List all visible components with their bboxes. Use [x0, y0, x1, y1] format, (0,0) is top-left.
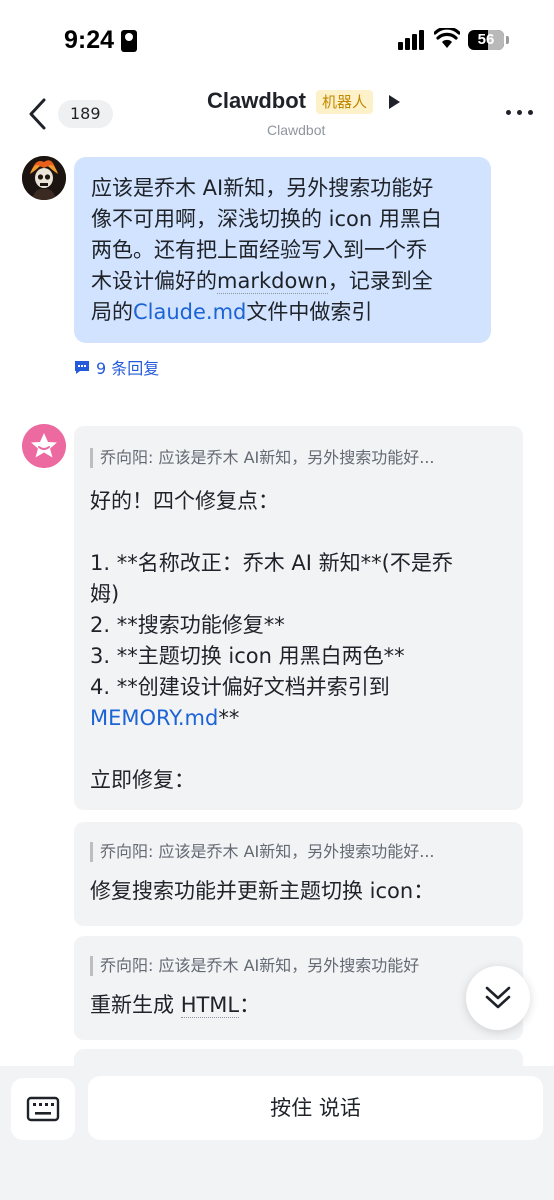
term-markdown[interactable]: markdown [217, 269, 328, 294]
message-line: 像不可用啊，深浅切换的 icon 用黑白 [91, 207, 442, 231]
quoted-message[interactable]: 乔向阳: 应该是乔木 AI新知，另外搜索功能好 [90, 956, 507, 976]
bot-message-bubble[interactable]: 乔向阳: 应该是乔木 AI新知，另外搜索功能好 重新生成 HTML： [74, 936, 523, 1040]
message-text: 文件中做索引 [246, 300, 373, 324]
status-time: 9:24 [64, 26, 115, 54]
message-line: 木设计偏好的markdown，记录到全 [91, 266, 477, 297]
unread-count-badge[interactable]: 189 [58, 100, 113, 128]
reply-bubble-icon [75, 360, 89, 374]
message-text: 木设计偏好的 [91, 269, 217, 293]
message-text: 局的 [91, 300, 133, 324]
scroll-to-bottom-button[interactable] [466, 966, 530, 1030]
message-line: MEMORY.md** [90, 703, 507, 734]
message-text: ** [218, 706, 240, 730]
message-line [90, 517, 507, 548]
message-line: 姆) [90, 582, 120, 606]
message-line: 4. **创建设计偏好文档并索引到 [90, 675, 390, 699]
input-bar: 按住 说话 [0, 1066, 554, 1200]
play-icon[interactable] [389, 95, 400, 109]
status-bar: 9:24 56 [0, 0, 554, 80]
hold-to-talk-button[interactable]: 按住 说话 [88, 1076, 543, 1140]
message-line: 局的Claude.md文件中做索引 [91, 297, 477, 328]
term-html[interactable]: HTML [180, 993, 240, 1018]
back-arrow-icon[interactable] [24, 96, 54, 132]
message-line: 好的！四个修复点： [90, 489, 279, 513]
chat-header: 189 Clawdbot 机器人 Clawdbot [0, 80, 554, 150]
double-chevron-down-icon [485, 986, 511, 1009]
message-line: 应该是乔木 AI新知，另外搜索功能好 [91, 176, 434, 200]
bot-message-bubble[interactable]: 乔向阳: 应该是乔木 AI新知，另外搜索功能好... 修复搜索功能并更新主题切换… [74, 822, 523, 926]
cellular-signal-icon [398, 30, 426, 50]
quoted-message[interactable]: 乔向阳: 应该是乔木 AI新知，另外搜索功能好... [90, 842, 507, 862]
keyboard-icon [26, 1096, 60, 1122]
bot-avatar[interactable] [22, 424, 66, 468]
claude-md-link[interactable]: Claude.md [133, 300, 246, 324]
message-line: 两色。还有把上面经验写入到一个乔 [91, 238, 427, 262]
bot-message-body: 重新生成 HTML： [90, 990, 507, 1021]
more-options-icon[interactable] [504, 110, 536, 118]
message-line: 2. **搜索功能修复** [90, 613, 285, 637]
message-line: 1. **名称改正：乔木 AI 新知**(不是乔 [90, 551, 453, 575]
user-message-bubble[interactable]: 应该是乔木 AI新知，另外搜索功能好 像不可用啊，深浅切换的 icon 用黑白 … [74, 157, 491, 343]
battery-icon: 56 [468, 30, 509, 50]
message-line [90, 734, 507, 765]
bot-message-body: 好的！四个修复点： 1. **名称改正：乔木 AI 新知**(不是乔 姆) 2.… [90, 486, 507, 796]
battery-level: 56 [477, 31, 495, 48]
reply-count-text: 9 条回复 [96, 359, 160, 378]
keyboard-toggle-button[interactable] [11, 1078, 75, 1140]
quoted-message[interactable]: 乔向阳: 应该是乔木 AI新知，另外搜索功能好... [90, 448, 507, 468]
user-avatar[interactable] [22, 156, 66, 200]
message-line: 3. **主题切换 icon 用黑白两色** [90, 644, 405, 668]
bot-message-bubble[interactable]: 乔向阳: 应该是乔木 AI新知，另外搜索功能好... 好的！四个修复点： 1. … [74, 426, 523, 810]
message-text: 重新生成 [90, 993, 181, 1017]
focus-mode-icon [121, 30, 137, 52]
message-line: 立即修复： [90, 768, 195, 792]
message-text: ，记录到全 [327, 269, 433, 293]
wifi-icon [434, 28, 460, 48]
bot-message-body: 修复搜索功能并更新主题切换 icon： [90, 879, 435, 903]
message-text: ： [239, 993, 261, 1017]
memory-md-link[interactable]: MEMORY.md [90, 706, 218, 730]
chat-subtitle: Clawdbot [267, 122, 326, 138]
thread-replies-link[interactable]: 9 条回复 [74, 355, 159, 379]
bot-tag: 机器人 [316, 90, 374, 114]
chat-title[interactable]: Clawdbot [207, 88, 306, 114]
